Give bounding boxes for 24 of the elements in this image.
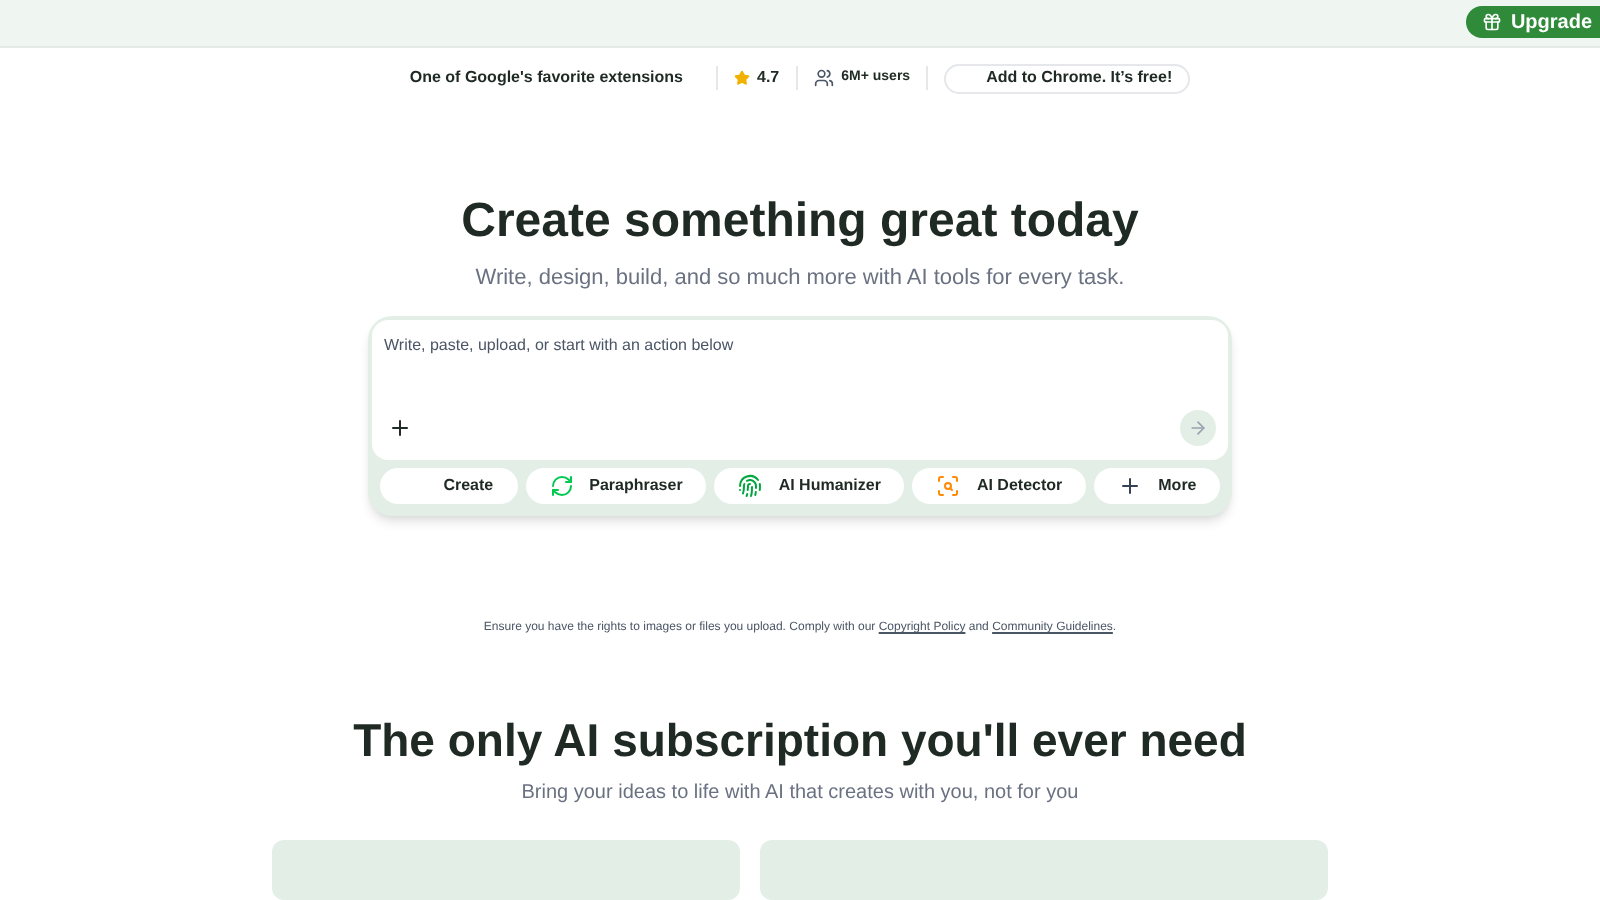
action-chip[interactable]: AI Detector <box>912 468 1087 504</box>
action-chip[interactable]: Paraphraser <box>525 468 707 504</box>
pricing-subtitle: Bring your ideas to life with AI that creates with you, not for you <box>521 780 1079 808</box>
pricing-title: The only AI subscription you'll ever need <box>353 718 1247 764</box>
star-icon <box>733 70 749 86</box>
fingerprint-icon <box>738 474 763 498</box>
scan-icon <box>936 474 961 498</box>
attach-icon[interactable] <box>388 416 412 440</box>
plus-icon <box>1118 474 1143 498</box>
arrow-icon <box>1188 418 1208 438</box>
action-chip[interactable]: Create <box>379 468 518 504</box>
upgrade-button[interactable]: Upgrade <box>1466 6 1600 39</box>
action-chip[interactable]: AI Humanizer <box>714 468 905 504</box>
gift-icon <box>1482 12 1503 33</box>
rating: 4.7 <box>757 66 780 90</box>
action-chip[interactable]: More <box>1094 468 1221 504</box>
prompt-field[interactable]: Write, paste, upload, or start with an action below <box>372 320 1228 460</box>
refresh-icon <box>549 474 574 498</box>
prompt-input[interactable]: Write, paste, upload, or start with an action below <box>384 334 1216 358</box>
users-icon <box>813 68 834 88</box>
hero-subtitle: Write, design, build, and so much more with AI tools for every task. <box>475 263 1125 293</box>
add-to-chrome-button[interactable]: Add to Chrome. It’s free! <box>944 63 1191 93</box>
tagline: One of Google's favorite extensions <box>409 66 685 90</box>
hero-title: Create something great today <box>461 197 1139 245</box>
